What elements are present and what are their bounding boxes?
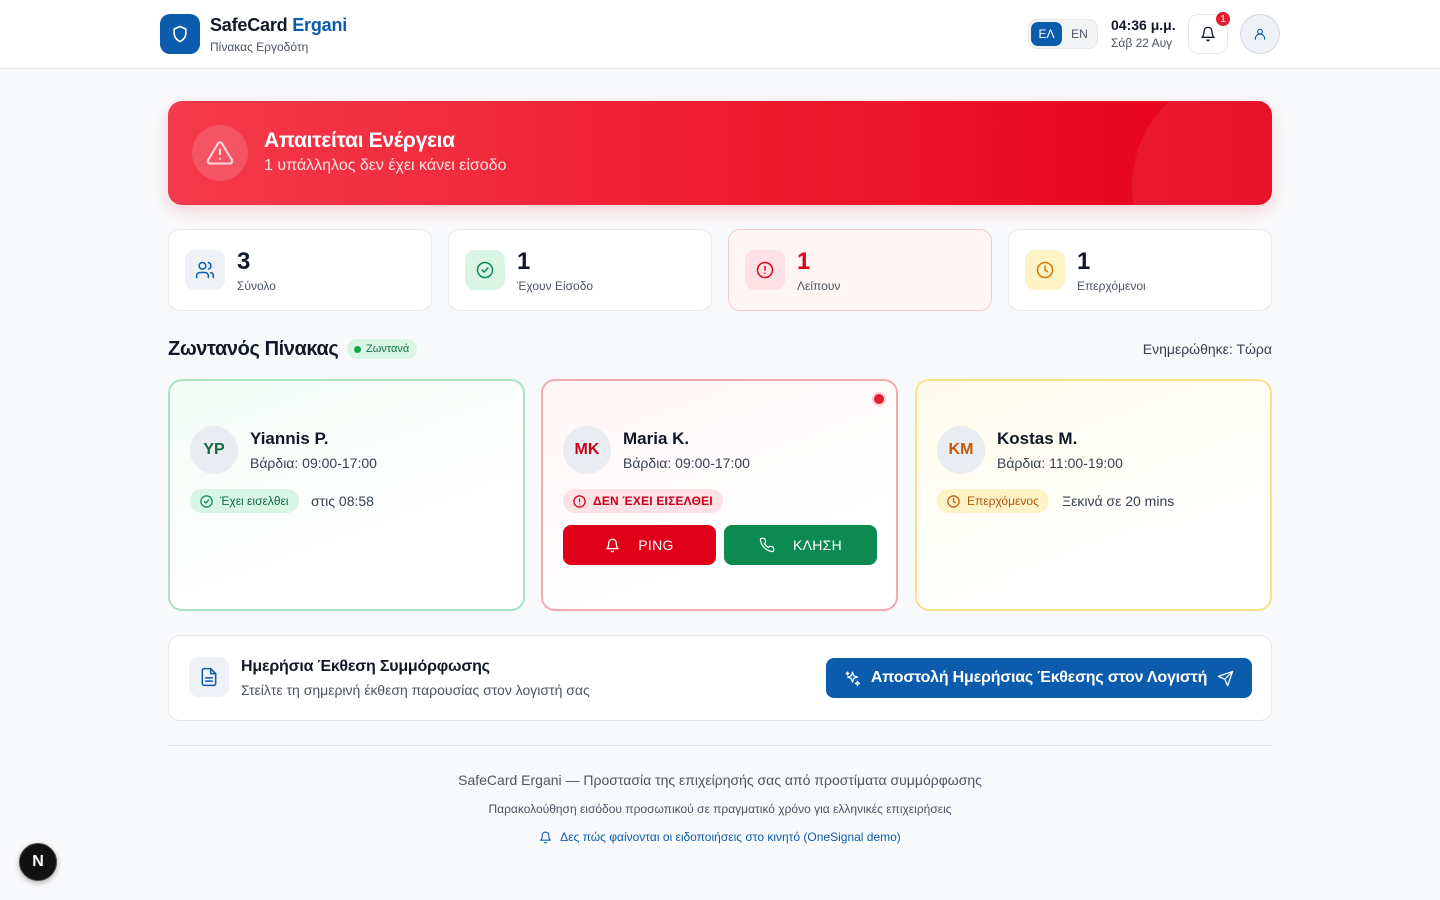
daily-report-card: Ημερήσια Έκθεση Συμμόρφωσης Στείλτε τη σ… xyxy=(168,635,1272,721)
employee-name: Kostas M. xyxy=(997,429,1078,448)
alert-circle-icon xyxy=(745,250,785,290)
status-text: Επερχόμενος xyxy=(967,494,1039,508)
stat-card-total: 3 Σύνολο xyxy=(168,229,432,311)
avatar: KM xyxy=(937,426,985,474)
employee-name: Yiannis P. xyxy=(250,429,329,448)
status-badge: Έχει εισελθει xyxy=(190,489,299,513)
footer-demo-link[interactable]: Δες πώς φαίνονται οι ειδοποιήσεις στο κι… xyxy=(0,830,1440,844)
user-menu-button[interactable] xyxy=(1240,14,1280,54)
status-note: στις 08:58 xyxy=(311,493,374,509)
employee-shift: Βάρδια: 09:00-17:00 xyxy=(623,455,750,471)
last-updated: Ενημερώθηκε: Τώρα xyxy=(1142,341,1272,357)
status-badge: Επερχόμενος xyxy=(937,489,1049,513)
sparkles-icon xyxy=(845,670,861,686)
ping-button[interactable]: PING xyxy=(563,525,716,565)
clock-time: 04:36 μ.μ. xyxy=(1111,17,1176,33)
lang-option-en[interactable]: EN xyxy=(1064,22,1095,46)
send-report-button[interactable]: Αποστολή Ημερήσιας Έκθεσης στον Λογιστή xyxy=(826,658,1252,698)
users-icon xyxy=(185,250,225,290)
shield-logo-icon xyxy=(160,14,200,54)
employee-name: Maria K. xyxy=(623,429,690,448)
dev-tools-badge[interactable]: N xyxy=(19,843,57,881)
avatar: YP xyxy=(190,426,238,474)
alert-decoration xyxy=(1132,101,1272,205)
report-subtitle: Στείλτε τη σημερινή έκθεση παρουσίας στο… xyxy=(241,682,590,698)
status-text: Έχει εισελθει xyxy=(220,494,289,508)
top-header: SafeCard Ergani Πίνακας Εργοδότη ΕΛ EN 0… xyxy=(0,0,1440,69)
ping-label: PING xyxy=(638,537,674,553)
stat-value: 1 xyxy=(1077,248,1091,275)
status-badge: ΔΕΝ ΈΧΕΙ ΕΙΣΕΛΘΕΙ xyxy=(563,489,723,513)
stat-label: Έχουν Είσοδο xyxy=(517,279,594,293)
brand-name: SafeCard Ergani xyxy=(210,15,348,35)
alert-message: 1 υπάλληλος δεν έχει κάνει είσοδο xyxy=(264,157,507,174)
alert-title: Απαιτείται Ενέργεια xyxy=(264,129,455,152)
stat-label: Επερχόμενοι xyxy=(1077,279,1146,293)
stat-label: Σύνολο xyxy=(237,279,276,293)
footer-link-text: Δες πώς φαίνονται οι ειδοποιήσεις στο κι… xyxy=(560,830,901,844)
live-label: Ζωντανά xyxy=(366,343,410,355)
clock-date: Σάβ 22 Αυγ xyxy=(1111,36,1173,50)
bell-icon xyxy=(606,538,620,552)
warning-triangle-icon xyxy=(192,125,248,181)
lang-option-el[interactable]: ΕΛ xyxy=(1031,22,1062,46)
clock-icon xyxy=(947,494,960,508)
notification-count-badge: 1 xyxy=(1215,11,1231,27)
document-icon xyxy=(189,657,229,697)
bell-icon xyxy=(1201,26,1215,42)
stat-label: Λείπουν xyxy=(797,279,841,293)
bell-icon xyxy=(540,831,552,843)
employee-card-kostas: KM Kostas M. Βάρδια: 11:00-19:00 Επερχόμ… xyxy=(915,379,1272,611)
user-icon xyxy=(1254,28,1266,40)
missing-indicator-dot xyxy=(872,392,886,406)
stat-card-checked-in: 1 Έχουν Είσοδο xyxy=(448,229,712,311)
send-icon xyxy=(1217,670,1234,686)
check-circle-icon xyxy=(465,250,505,290)
brand-subtitle: Πίνακας Εργοδότη xyxy=(210,40,309,54)
stat-value: 3 xyxy=(237,248,251,275)
stat-card-missing: 1 Λείπουν xyxy=(728,229,992,311)
phone-icon xyxy=(759,537,775,553)
call-label: ΚΛΗΣΗ xyxy=(792,537,843,553)
language-switcher: ΕΛ EN xyxy=(1028,19,1098,49)
stat-card-upcoming: 1 Επερχόμενοι xyxy=(1008,229,1272,311)
footer-divider xyxy=(168,745,1272,746)
live-indicator: Ζωντανά xyxy=(347,339,418,359)
status-note: Ξεκινά σε 20 mins xyxy=(1062,493,1175,509)
clock-icon xyxy=(1025,250,1065,290)
action-required-alert: Απαιτείται Ενέργεια 1 υπάλληλος δεν έχει… xyxy=(168,101,1272,205)
report-title: Ημερήσια Έκθεση Συμμόρφωσης xyxy=(241,658,490,675)
status-text: ΔΕΝ ΈΧΕΙ ΕΙΣΕΛΘΕΙ xyxy=(593,494,713,508)
employee-card-maria: MK Maria K. Βάρδια: 09:00-17:00 ΔΕΝ ΈΧΕΙ… xyxy=(541,379,898,611)
employee-shift: Βάρδια: 11:00-19:00 xyxy=(997,455,1123,471)
footer-description: Παρακολούθηση εισόδου προσωπικού σε πραγ… xyxy=(488,802,952,816)
check-circle-icon xyxy=(200,494,213,508)
avatar: MK xyxy=(563,426,611,474)
stat-value: 1 xyxy=(797,248,811,275)
stat-value: 1 xyxy=(517,248,531,275)
live-dot-icon xyxy=(354,345,361,353)
send-report-label: Αποστολή Ημερήσιας Έκθεσης στον Λογιστή xyxy=(870,669,1208,686)
employee-card-yiannis: YP Yiannis P. Βάρδια: 09:00-17:00 Έχει ε… xyxy=(168,379,525,611)
footer-tagline: SafeCard Ergani — Προστασία της επιχείρη… xyxy=(458,772,982,788)
live-board-title: Ζωντανός Πίνακας xyxy=(168,338,339,360)
employee-shift: Βάρδια: 09:00-17:00 xyxy=(250,455,377,471)
alert-circle-icon xyxy=(573,494,586,508)
call-button[interactable]: ΚΛΗΣΗ xyxy=(724,525,877,565)
